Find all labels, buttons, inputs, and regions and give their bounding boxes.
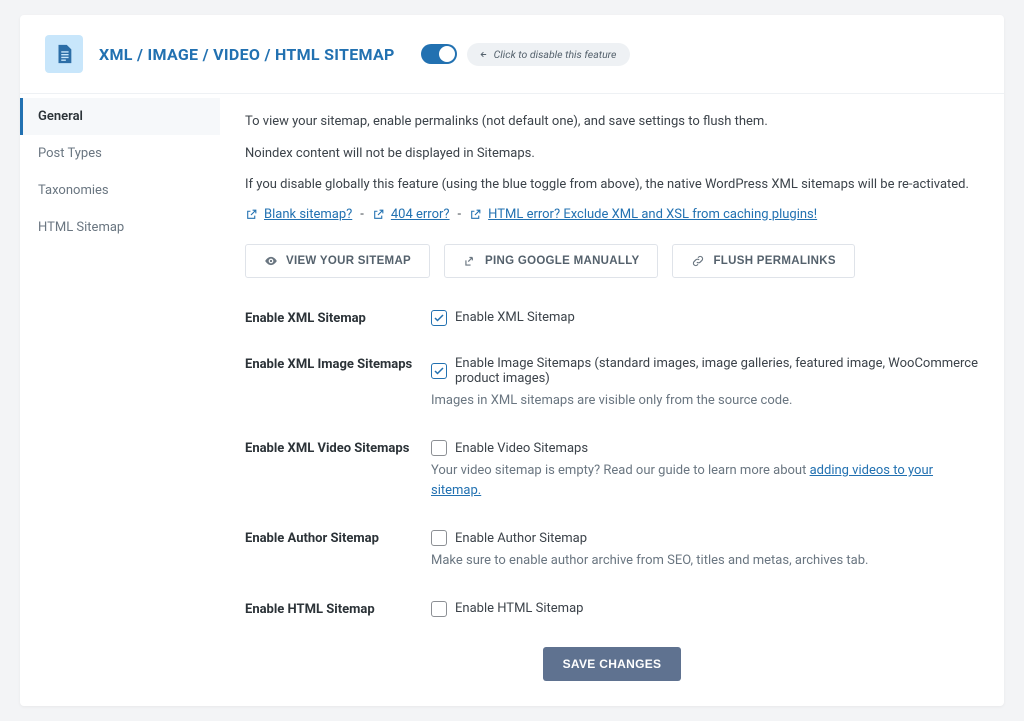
view-sitemap-button[interactable]: VIEW YOUR SITEMAP	[245, 244, 430, 278]
link-html-error[interactable]: HTML error? Exclude XML and XSL from cac…	[488, 207, 817, 222]
toggle-hint-label: Click to disable this feature	[494, 48, 617, 61]
button-label: FLUSH PERMALINKS	[713, 255, 835, 267]
checkbox-icon	[431, 310, 447, 326]
checkbox-xml-sitemap[interactable]: Enable XML Sitemap	[431, 310, 979, 326]
sidebar-item-label: General	[38, 109, 83, 124]
separator: -	[458, 207, 462, 222]
eye-icon	[264, 254, 278, 268]
feature-toggle[interactable]	[421, 44, 457, 64]
external-link-icon	[245, 208, 258, 221]
checkbox-icon	[431, 601, 447, 617]
checkbox-image-sitemap[interactable]: Enable Image Sitemaps (standard images, …	[431, 356, 979, 386]
checkbox-html-sitemap[interactable]: Enable HTML Sitemap	[431, 601, 979, 617]
external-link-icon	[469, 208, 482, 221]
tab-taxonomies[interactable]: Taxonomies	[20, 172, 220, 209]
ping-google-button[interactable]: PING GOOGLE MANUALLY	[444, 244, 658, 278]
intro-text: To view your sitemap, enable permalinks …	[245, 112, 979, 132]
sidebar-item-label: HTML Sitemap	[38, 220, 124, 235]
checkbox-author-sitemap[interactable]: Enable Author Sitemap	[431, 530, 979, 546]
separator: -	[360, 207, 364, 222]
checkbox-label: Enable Image Sitemaps (standard images, …	[455, 356, 979, 386]
flush-permalinks-button[interactable]: FLUSH PERMALINKS	[672, 244, 854, 278]
checkbox-icon	[431, 363, 447, 379]
setting-label-author: Enable Author Sitemap	[245, 530, 431, 571]
tab-post-types[interactable]: Post Types	[20, 135, 220, 172]
link-icon	[691, 254, 705, 268]
checkbox-icon	[431, 440, 447, 456]
external-link-icon	[372, 208, 385, 221]
intro-text: If you disable globally this feature (us…	[245, 175, 979, 195]
tab-general[interactable]: General	[20, 98, 220, 135]
page-title: XML / IMAGE / VIDEO / HTML SITEMAP	[99, 45, 395, 64]
sitemap-icon	[45, 35, 83, 73]
share-icon	[463, 254, 477, 268]
checkbox-label: Enable XML Sitemap	[455, 310, 575, 325]
setting-label-xml: Enable XML Sitemap	[245, 310, 431, 326]
setting-label-video: Enable XML Video Sitemaps	[245, 440, 431, 500]
toggle-hint: Click to disable this feature	[467, 43, 631, 66]
checkbox-icon	[431, 530, 447, 546]
setting-label-html: Enable HTML Sitemap	[245, 601, 431, 617]
checkbox-label: Enable Author Sitemap	[455, 531, 587, 546]
checkbox-video-sitemap[interactable]: Enable Video Sitemaps	[431, 440, 979, 456]
desc-text: Your video sitemap is empty? Read our gu…	[431, 463, 810, 478]
sidebar: General Post Types Taxonomies HTML Sitem…	[20, 94, 220, 706]
sidebar-item-label: Taxonomies	[38, 183, 109, 198]
link-blank-sitemap[interactable]: Blank sitemap?	[264, 207, 352, 222]
setting-label-image: Enable XML Image Sitemaps	[245, 356, 431, 411]
checkbox-label: Enable Video Sitemaps	[455, 441, 588, 456]
setting-description: Your video sitemap is empty? Read our gu…	[431, 461, 979, 500]
button-label: VIEW YOUR SITEMAP	[286, 255, 411, 267]
checkbox-label: Enable HTML Sitemap	[455, 601, 583, 616]
link-404-error[interactable]: 404 error?	[391, 207, 450, 222]
sidebar-item-label: Post Types	[38, 146, 102, 161]
setting-description: Make sure to enable author archive from …	[431, 551, 979, 571]
intro-text: Noindex content will not be displayed in…	[245, 144, 979, 164]
setting-description: Images in XML sitemaps are visible only …	[431, 391, 979, 411]
save-changes-button[interactable]: SAVE CHANGES	[543, 647, 682, 681]
button-label: PING GOOGLE MANUALLY	[485, 255, 639, 267]
tab-html-sitemap[interactable]: HTML Sitemap	[20, 209, 220, 246]
